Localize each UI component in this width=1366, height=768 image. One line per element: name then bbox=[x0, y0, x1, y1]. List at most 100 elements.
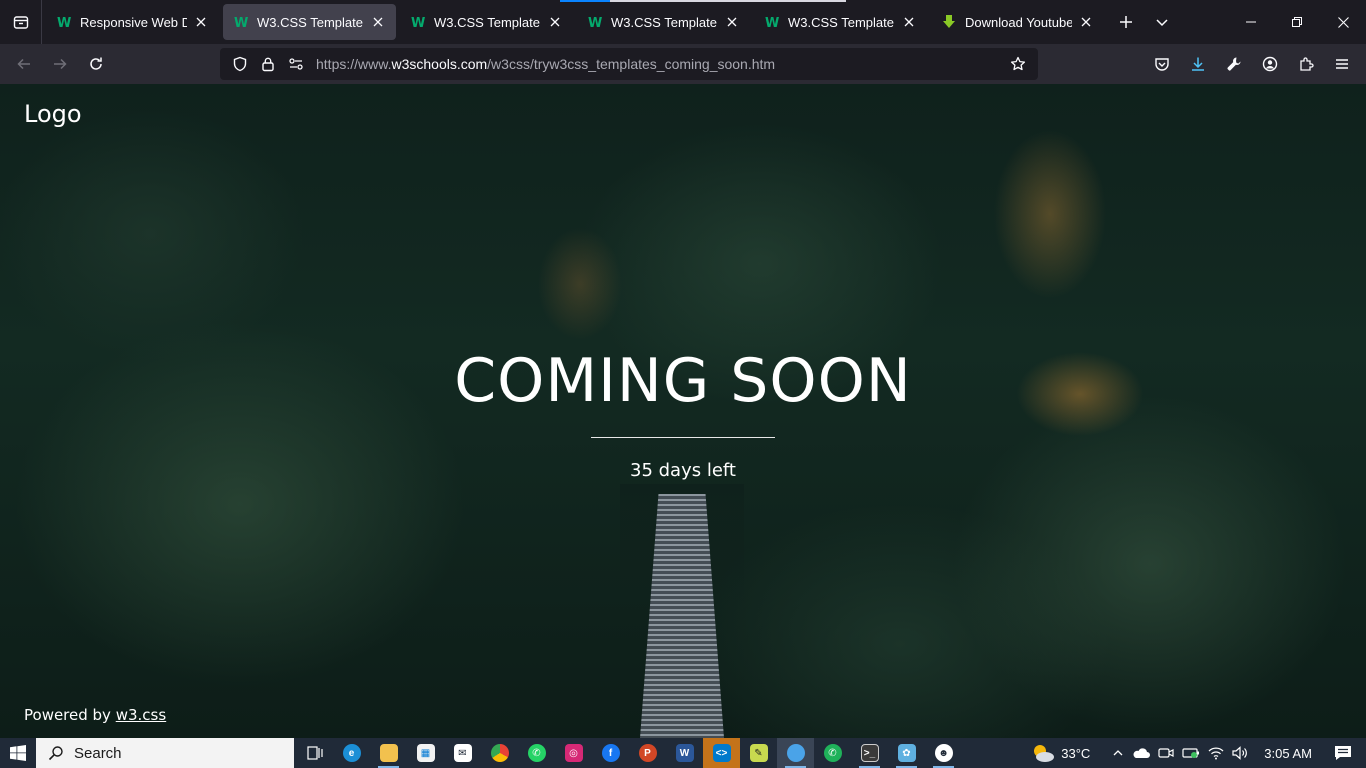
footer-prefix: Powered by bbox=[24, 706, 116, 724]
new-tab-button[interactable] bbox=[1108, 4, 1144, 40]
battery-button[interactable] bbox=[1178, 738, 1204, 768]
close-icon bbox=[1337, 16, 1349, 28]
action-center-button[interactable] bbox=[1330, 738, 1356, 768]
taskbar-app-vscode[interactable]: <> bbox=[703, 738, 740, 768]
notepad-icon: ✎ bbox=[749, 744, 768, 762]
wrench-icon bbox=[1227, 57, 1241, 71]
back-button[interactable] bbox=[6, 48, 42, 80]
taskbar-app-chrome[interactable] bbox=[481, 738, 518, 768]
camera-icon bbox=[1158, 748, 1174, 758]
tab-4[interactable]: W W3.CSS Template bbox=[754, 4, 927, 40]
tab-title: Responsive Web Desig bbox=[80, 14, 187, 30]
chevron-up-icon bbox=[1113, 750, 1123, 756]
svg-text:W: W bbox=[234, 16, 248, 30]
list-all-tabs-button[interactable] bbox=[1144, 4, 1180, 40]
clock[interactable]: 3:05 AM bbox=[1260, 738, 1316, 768]
window-controls bbox=[1228, 0, 1366, 44]
powerpoint-icon: P bbox=[638, 744, 657, 762]
file-explorer-icon bbox=[379, 744, 398, 762]
tab-3[interactable]: W W3.CSS Template bbox=[577, 4, 750, 40]
weather-widget[interactable]: 33°C bbox=[1027, 738, 1108, 768]
forward-button[interactable] bbox=[42, 48, 78, 80]
taskbar-app-word[interactable]: W bbox=[666, 738, 703, 768]
close-icon[interactable] bbox=[1078, 14, 1094, 30]
close-window-button[interactable] bbox=[1320, 0, 1366, 44]
restore-button[interactable] bbox=[1274, 0, 1320, 44]
dev-tools-button[interactable] bbox=[1216, 48, 1252, 80]
onedrive-button[interactable] bbox=[1128, 738, 1154, 768]
taskbar-app-paint[interactable]: ✿ bbox=[888, 738, 925, 768]
taskbar-search[interactable]: Search bbox=[36, 738, 294, 768]
close-icon[interactable] bbox=[547, 14, 563, 30]
close-icon[interactable] bbox=[370, 14, 386, 30]
taskbar-app-mail[interactable]: ✉ bbox=[444, 738, 481, 768]
minimize-button[interactable] bbox=[1228, 0, 1274, 44]
tab-title: W3.CSS Template bbox=[257, 14, 363, 30]
tab-1[interactable]: W W3.CSS Template bbox=[223, 4, 396, 40]
toolbar-right bbox=[1144, 48, 1360, 80]
chrome-icon bbox=[490, 744, 509, 762]
meet-now-button[interactable] bbox=[1154, 738, 1178, 768]
bookmark-star-icon[interactable] bbox=[1004, 50, 1032, 78]
url-text: https://www.w3schools.com/w3css/tryw3css… bbox=[316, 56, 775, 72]
taskbar-app-facebook[interactable]: f bbox=[592, 738, 629, 768]
vscode-icon: <> bbox=[712, 744, 731, 762]
pocket-button[interactable] bbox=[1144, 48, 1180, 80]
facebook-icon: f bbox=[601, 744, 620, 762]
puzzle-icon bbox=[1300, 57, 1314, 71]
url-bar[interactable]: https://www.w3schools.com/w3css/tryw3css… bbox=[220, 48, 1038, 80]
taskbar-app-store[interactable]: ▦ bbox=[407, 738, 444, 768]
w3css-link[interactable]: w3.css bbox=[116, 706, 166, 724]
close-icon[interactable] bbox=[901, 14, 917, 30]
notification-icon bbox=[1335, 746, 1351, 760]
downloads-button[interactable] bbox=[1180, 48, 1216, 80]
search-label: Search bbox=[74, 744, 122, 762]
tab-2[interactable]: W W3.CSS Template bbox=[400, 4, 573, 40]
taskbar-app-terminal[interactable]: >_ bbox=[851, 738, 888, 768]
word-icon: W bbox=[675, 744, 694, 762]
paint-icon: ✿ bbox=[897, 744, 916, 762]
show-hidden-icons-button[interactable] bbox=[1108, 738, 1128, 768]
taskbar-app-instagram[interactable]: ◎ bbox=[555, 738, 592, 768]
cloud-icon bbox=[1133, 748, 1151, 758]
taskbar-app-powerpoint[interactable]: P bbox=[629, 738, 666, 768]
svg-text:W: W bbox=[765, 16, 779, 30]
edge-icon: e bbox=[342, 744, 361, 762]
account-button[interactable] bbox=[1252, 48, 1288, 80]
taskbar-app-edge[interactable]: e bbox=[333, 738, 370, 768]
url-prefix: https://www. bbox=[316, 56, 392, 72]
reload-button[interactable] bbox=[78, 48, 114, 80]
divider bbox=[591, 437, 775, 438]
close-icon[interactable] bbox=[193, 14, 209, 30]
taskbar-app-whatsapp[interactable]: ✆ bbox=[518, 738, 555, 768]
speaker-icon bbox=[1232, 746, 1248, 760]
start-button[interactable] bbox=[0, 738, 36, 768]
w3schools-icon: W bbox=[410, 14, 426, 30]
page-logo[interactable]: Logo bbox=[24, 100, 82, 128]
coming-soon-page: Logo COMING SOON 35 days left Powered by… bbox=[0, 84, 1366, 738]
terminal-icon: >_ bbox=[860, 744, 879, 762]
permissions-icon[interactable] bbox=[282, 50, 310, 78]
taskbar-app-phone-link[interactable]: ✆ bbox=[814, 738, 851, 768]
app-menu-button[interactable] bbox=[1324, 48, 1360, 80]
arrow-right-icon bbox=[54, 58, 67, 70]
volume-button[interactable] bbox=[1228, 738, 1252, 768]
tab-0[interactable]: W Responsive Web Desig bbox=[46, 4, 219, 40]
extensions-button[interactable] bbox=[1288, 48, 1324, 80]
countdown-text: 35 days left bbox=[630, 460, 736, 481]
tab-title: W3.CSS Template bbox=[788, 14, 894, 30]
lock-icon[interactable] bbox=[254, 50, 282, 78]
network-button[interactable] bbox=[1204, 738, 1228, 768]
plus-icon bbox=[1120, 16, 1132, 28]
taskbar-app-notepad[interactable]: ✎ bbox=[740, 738, 777, 768]
search-icon bbox=[48, 746, 63, 761]
taskbar-app-firefox[interactable] bbox=[777, 738, 814, 768]
taskbar-app-file-explorer[interactable] bbox=[370, 738, 407, 768]
tab-5[interactable]: Download Youtube Vic bbox=[931, 4, 1104, 40]
task-view-button[interactable] bbox=[296, 738, 333, 768]
firefox-view-button[interactable] bbox=[0, 0, 42, 44]
tracking-protection-shield-icon[interactable] bbox=[226, 50, 254, 78]
taskbar-app-game[interactable]: ☻ bbox=[925, 738, 962, 768]
hamburger-menu-icon bbox=[1336, 59, 1348, 69]
close-icon[interactable] bbox=[724, 14, 740, 30]
